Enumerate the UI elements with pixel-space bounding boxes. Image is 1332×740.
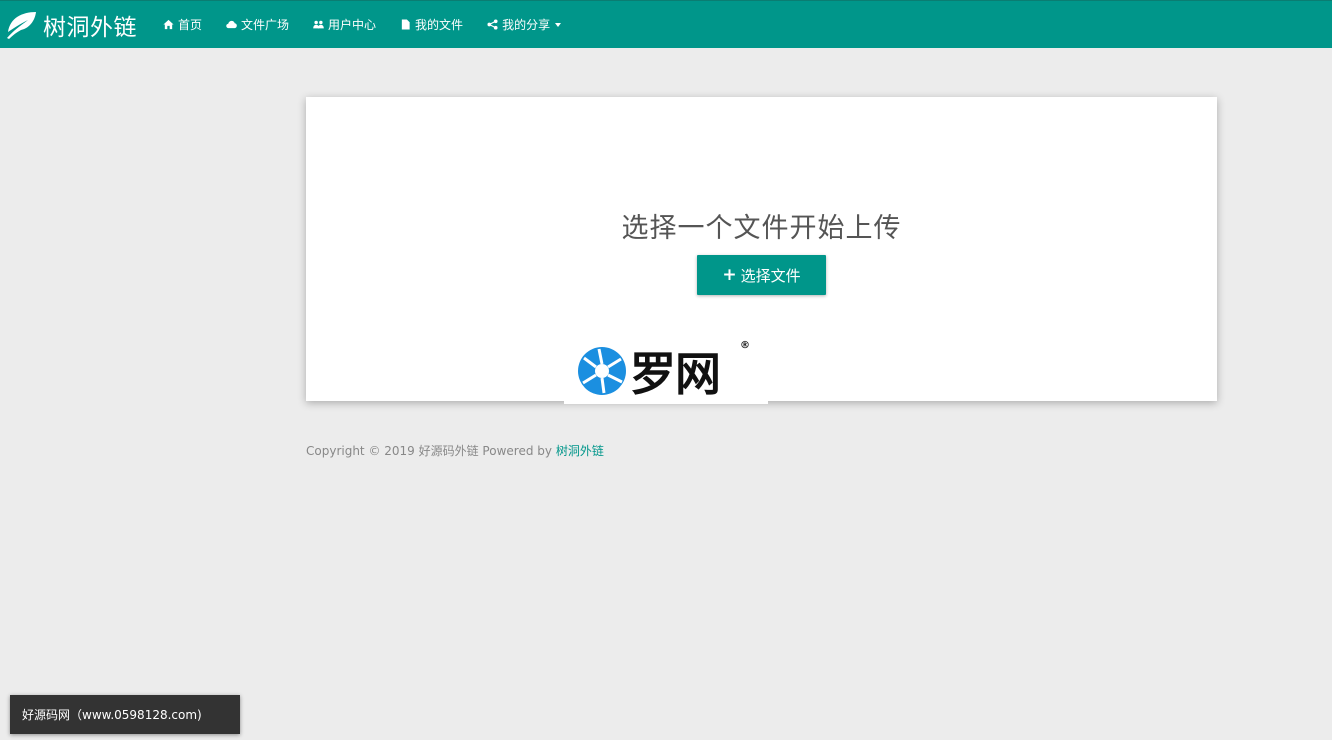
leaf-logo-icon xyxy=(7,11,36,39)
footer-copyright-text: Copyright © 2019 好源码外链 Powered by xyxy=(306,444,556,458)
watermark-text: 罗网 xyxy=(630,347,721,401)
home-icon xyxy=(163,19,174,30)
watermark-logo: 罗网 ® xyxy=(564,338,768,404)
brand-link[interactable]: 树洞外链 xyxy=(0,1,137,49)
nav-user-center[interactable]: 用户中心 xyxy=(301,1,388,49)
plus-icon: + xyxy=(722,265,737,285)
top-navbar: 树洞外链 首页 文件广场 用户中心 我的文件 我的分享 xyxy=(0,0,1332,48)
toast-text: 好源码网（www.0598128.com) xyxy=(22,708,202,722)
users-icon xyxy=(313,20,324,29)
site-toast: 好源码网（www.0598128.com) xyxy=(10,695,240,734)
file-icon xyxy=(401,19,410,30)
nav-my-shares-dropdown[interactable]: 我的分享 xyxy=(475,1,573,49)
footer-copyright: Copyright © 2019 好源码外链 Powered by 树洞外链 xyxy=(306,442,604,459)
nav-my-files-label: 我的文件 xyxy=(415,18,464,32)
aperture-logo-icon xyxy=(578,347,626,395)
upload-title: 选择一个文件开始上传 xyxy=(621,213,902,244)
select-file-label: 选择文件 xyxy=(740,266,801,285)
brand-title: 树洞外链 xyxy=(43,14,137,41)
nav-home[interactable]: 首页 xyxy=(151,1,214,49)
share-icon xyxy=(487,19,498,30)
nav-my-files[interactable]: 我的文件 xyxy=(388,1,475,49)
nav-my-shares-label: 我的分享 xyxy=(502,18,551,32)
nav-file-square[interactable]: 文件广场 xyxy=(214,1,301,49)
nav-home-label: 首页 xyxy=(178,18,203,32)
registered-mark: ® xyxy=(740,340,750,351)
nav-file-square-label: 文件广场 xyxy=(241,18,290,32)
footer-powered-by-link[interactable]: 树洞外链 xyxy=(556,444,604,458)
chevron-down-icon xyxy=(555,22,562,27)
nav-user-center-label: 用户中心 xyxy=(328,18,377,32)
select-file-button[interactable]: + 选择文件 xyxy=(697,255,826,295)
cloud-icon xyxy=(226,20,237,29)
